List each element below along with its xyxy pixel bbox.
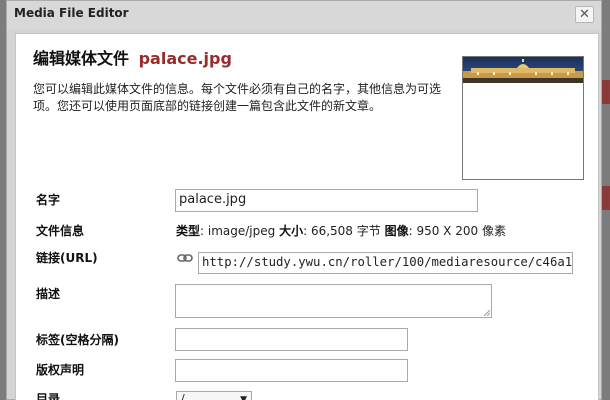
image-dim-value: : 950 X 200 像素 <box>408 224 506 238</box>
type-value: : image/jpeg <box>200 224 276 238</box>
link-url-field[interactable]: http://study.ywu.cn/roller/100/mediareso… <box>198 252 573 274</box>
dialog-description: 您可以编辑此媒体文件的信息。每个文件必须有自己的名字，其他信息为可选项。您还可以… <box>33 82 442 113</box>
copyright-label: 版权声明 <box>36 363 85 377</box>
close-icon: ✕ <box>579 7 590 22</box>
page-title: 编辑媒体文件 palace.jpg <box>33 45 232 69</box>
tags-label: 标签(空格分隔) <box>36 333 119 347</box>
file-info-values: 类型: image/jpeg 大小: 66,508 字节 图像: 950 X 2… <box>176 222 506 239</box>
copyright-field[interactable] <box>175 359 408 382</box>
chain-link-icon <box>177 254 193 262</box>
dialog-content: 编辑媒体文件 palace.jpg 您可以编辑此媒体文件的信息。每个文件必须有自… <box>15 33 599 400</box>
close-button[interactable]: ✕ <box>575 6 594 23</box>
description-label: 描述 <box>36 287 61 301</box>
dialog-titlebar[interactable]: Media File Editor ✕ <box>7 1 601 29</box>
description-textarea[interactable] <box>175 284 492 318</box>
image-dim-label: 图像 <box>384 224 409 238</box>
background-page-accent <box>602 186 610 210</box>
image-thumbnail <box>462 56 584 180</box>
dialog-title: Media File Editor <box>14 6 129 20</box>
size-value: : 66,508 字节 <box>303 224 381 238</box>
type-label: 类型 <box>176 224 201 238</box>
background-page-accent <box>602 80 610 104</box>
file-info-label: 文件信息 <box>36 224 85 238</box>
heading-prefix: 编辑媒体文件 <box>33 49 130 68</box>
folder-label: 目录 <box>36 392 61 400</box>
media-file-editor-dialog: Media File Editor ✕ 编辑媒体文件 palace.jpg 您可… <box>6 0 602 400</box>
link-label: 链接(URL) <box>36 251 98 265</box>
tags-field[interactable] <box>175 328 408 351</box>
dropdown-arrow-icon: ▼ <box>240 395 247 400</box>
resize-grip-icon[interactable] <box>484 310 490 316</box>
name-label: 名字 <box>36 193 61 207</box>
heading-filename: palace.jpg <box>138 49 232 68</box>
folder-select-value: / <box>181 392 185 400</box>
thumbnail-image <box>463 57 583 83</box>
size-label: 大小 <box>279 224 304 238</box>
name-field[interactable]: palace.jpg <box>175 189 478 212</box>
folder-select[interactable]: / ▼ <box>176 391 252 400</box>
